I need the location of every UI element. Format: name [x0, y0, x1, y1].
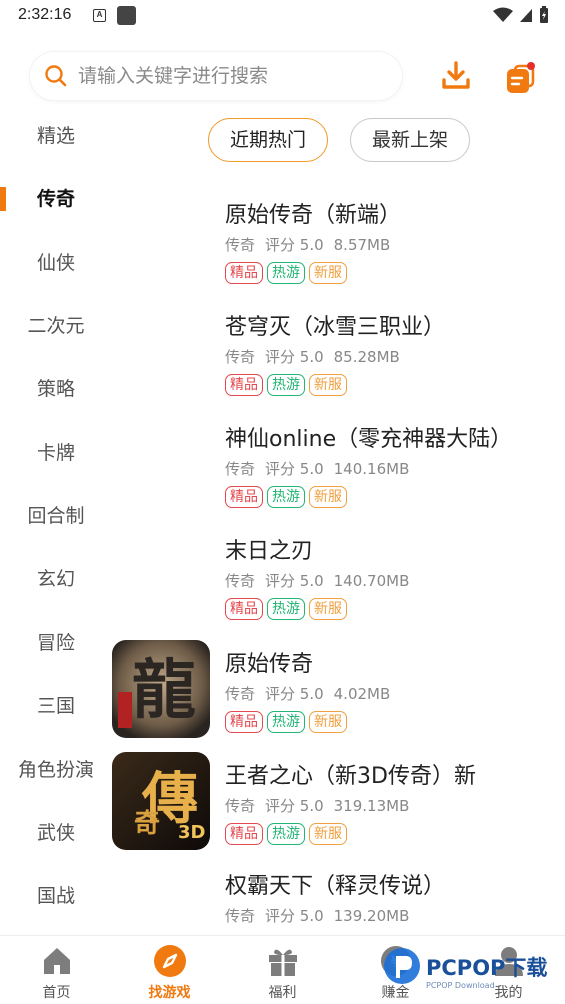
chuanqi-3d-logo-icon: 傳 奇 3D — [112, 752, 210, 850]
game-name: 苍穹灭（冰雪三职业） — [225, 315, 446, 340]
tag-jingpin: 精品 — [225, 711, 263, 733]
svg-text:龍: 龍 — [132, 653, 196, 728]
svg-text:奇: 奇 — [134, 809, 160, 839]
category-kapai[interactable]: 卡牌 — [0, 433, 112, 473]
category-xuanhuan[interactable]: 玄幻 — [0, 559, 112, 599]
category-huihezhi[interactable]: 回合制 — [0, 496, 112, 536]
game-meta: 传奇 评分 5.0 140.16MB — [225, 460, 410, 478]
game-tags: 精品 热游 新服 — [225, 711, 347, 733]
svg-text:3D: 3D — [178, 822, 205, 843]
game-tags: 精品 热游 新服 — [225, 598, 347, 620]
filter-tab-hot[interactable]: 近期热门 — [208, 118, 328, 162]
game-item[interactable]: 苍穹灭（冰雪三职业） 传奇 评分 5.0 85.28MB 精品 热游 新服 — [112, 309, 565, 421]
nav-find-label: 找游戏 — [148, 985, 191, 1001]
category-xianxia[interactable]: 仙侠 — [0, 243, 112, 283]
game-tags: 精品 热游 新服 — [225, 486, 347, 508]
watermark-brand: PCPOP下载 — [426, 956, 547, 980]
category-chuanqi[interactable]: 传奇 — [0, 179, 112, 219]
game-item[interactable]: 原始传奇（新端） 传奇 评分 5.0 8.57MB 精品 热游 新服 — [112, 197, 565, 309]
home-icon — [44, 948, 70, 974]
pcpop-watermark: PCPOP下载 PCPOP Download — [382, 942, 562, 1002]
search-icon — [45, 65, 67, 87]
unread-badge — [527, 62, 535, 70]
tag-reyou: 热游 — [267, 374, 305, 396]
tag-xinfu: 新服 — [309, 374, 347, 396]
game-name: 原始传奇 — [225, 652, 314, 677]
category-maoxian[interactable]: 冒险 — [0, 623, 112, 663]
category-jingxuan[interactable]: 精选 — [0, 116, 112, 156]
tag-jingpin: 精品 — [225, 598, 263, 620]
signal-icon — [520, 9, 532, 22]
dragon-logo-icon: 龍 — [112, 640, 210, 738]
game-meta: 传奇 评分 5.0 319.13MB — [225, 797, 410, 815]
wifi-icon — [493, 7, 513, 22]
status-bar: 2:32:16 A — [0, 0, 565, 32]
compass-icon — [154, 945, 186, 977]
nav-welfare-label: 福利 — [268, 985, 297, 1001]
category-sanguo[interactable]: 三国 — [0, 686, 112, 726]
status-indicators — [493, 6, 549, 24]
category-ercIyuan[interactable]: 二次元 — [0, 306, 112, 346]
gift-icon — [269, 949, 297, 976]
nav-home[interactable]: 首页 — [0, 936, 113, 1004]
filter-tab-newest[interactable]: 最新上架 — [350, 118, 470, 162]
category-celue[interactable]: 策略 — [0, 369, 112, 409]
game-meta: 传奇 评分 5.0 139.20MB — [225, 907, 410, 925]
tag-reyou: 热游 — [267, 711, 305, 733]
game-tags: 精品 热游 新服 — [225, 823, 347, 845]
tag-reyou: 热游 — [267, 486, 305, 508]
tag-jingpin: 精品 — [225, 374, 263, 396]
game-item[interactable]: 傳 奇 3D 王者之心（新3D传奇）新 传奇 评分 5.0 319.13MB 精品 … — [112, 752, 565, 864]
download-icon[interactable] — [440, 60, 472, 92]
game-item[interactable]: 神仙online（零充神器大陆） 传奇 评分 5.0 140.16MB 精品 热游 … — [112, 421, 565, 533]
category-wuxia[interactable]: 武侠 — [0, 813, 112, 853]
tag-reyou: 热游 — [267, 598, 305, 620]
game-name: 原始传奇（新端） — [225, 203, 402, 228]
game-tags: 精品 热游 新服 — [225, 374, 347, 396]
watermark-sub: PCPOP Download — [426, 981, 495, 990]
status-time: 2:32:16 — [18, 6, 72, 23]
search-input[interactable] — [78, 65, 378, 87]
a-notification-icon: A — [93, 9, 106, 22]
nav-welfare[interactable]: 福利 — [226, 936, 339, 1004]
tag-xinfu: 新服 — [309, 598, 347, 620]
tag-xinfu: 新服 — [309, 262, 347, 284]
game-name: 王者之心（新3D传奇）新 — [225, 764, 476, 789]
tag-xinfu: 新服 — [309, 486, 347, 508]
category-juesebanyan[interactable]: 角色扮演 — [0, 750, 112, 790]
game-item[interactable]: 龍 原始传奇 传奇 评分 5.0 4.02MB 精品 热游 新服 — [112, 640, 565, 752]
game-meta: 传奇 评分 5.0 85.28MB — [225, 348, 400, 366]
tag-xinfu: 新服 — [309, 711, 347, 733]
tag-jingpin: 精品 — [225, 823, 263, 845]
game-name: 末日之刃 — [225, 539, 314, 564]
game-name: 权霸天下（释灵传说） — [225, 874, 446, 899]
battery-icon — [540, 6, 548, 23]
category-guozhan[interactable]: 国战 — [0, 876, 112, 916]
game-meta: 传奇 评分 5.0 140.70MB — [225, 572, 410, 590]
game-tags: 精品 热游 新服 — [225, 262, 347, 284]
tag-xinfu: 新服 — [309, 823, 347, 845]
app-notification-icon — [117, 6, 136, 25]
nav-home-label: 首页 — [42, 985, 71, 1001]
game-meta: 传奇 评分 5.0 4.02MB — [225, 685, 391, 703]
tag-jingpin: 精品 — [225, 486, 263, 508]
tag-jingpin: 精品 — [225, 262, 263, 284]
nav-find-games[interactable]: 找游戏 — [113, 936, 226, 1004]
search-bar[interactable] — [30, 52, 402, 100]
tag-reyou: 热游 — [267, 823, 305, 845]
game-meta: 传奇 评分 5.0 8.57MB — [225, 236, 391, 254]
tag-reyou: 热游 — [267, 262, 305, 284]
game-name: 神仙online（零充神器大陆） — [225, 427, 513, 452]
game-item[interactable]: 末日之刃 传奇 评分 5.0 140.70MB 精品 热游 新服 — [112, 533, 565, 645]
